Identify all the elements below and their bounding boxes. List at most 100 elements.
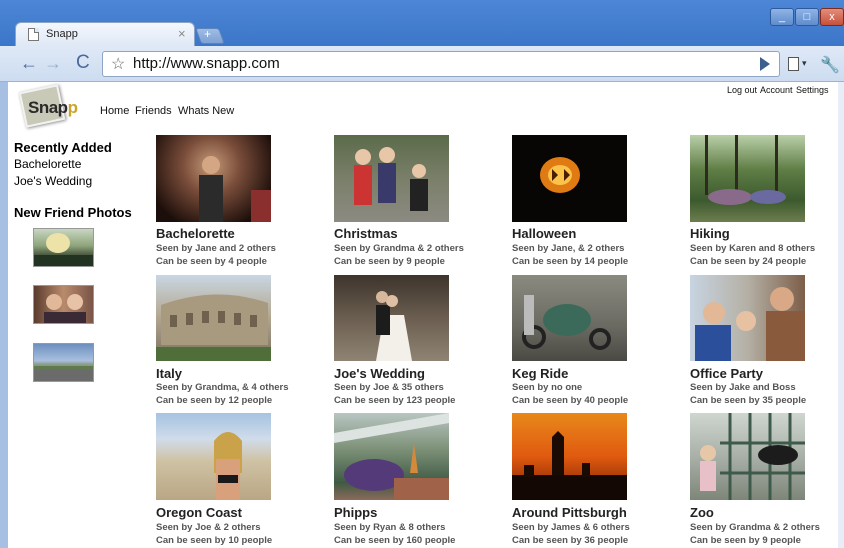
album-title-oregon-coast[interactable]: Oregon Coast [156, 505, 242, 520]
window-close-button[interactable]: x [820, 8, 844, 26]
album-photo-hiking[interactable] [690, 135, 805, 222]
album-seen-joes-wedding: Seen by Joe & 35 others [334, 382, 444, 393]
recently-added-heading: Recently Added [14, 140, 112, 155]
wrench-icon[interactable]: 🔧 [820, 55, 840, 75]
office-party-image [695, 287, 805, 361]
new-friend-photos-heading: New Friend Photos [14, 205, 132, 220]
album-visibility-halloween: Can be seen by 14 people [512, 256, 629, 267]
album-visibility-joes-wedding: Can be seen by 123 people [334, 395, 456, 406]
album-title-keg-ride[interactable]: Keg Ride [512, 366, 568, 381]
nav-home[interactable]: Home [100, 105, 129, 117]
album-title-phipps[interactable]: Phipps [334, 505, 377, 520]
star-icon[interactable]: ☆ [111, 54, 125, 74]
friend-photo-1-image [34, 233, 93, 266]
album-photo-halloween[interactable] [512, 135, 627, 222]
chevron-down-icon: ▾ [802, 58, 807, 68]
log-out-link[interactable]: Log out [727, 85, 757, 95]
album-title-zoo[interactable]: Zoo [690, 505, 714, 520]
album-photo-office-party[interactable] [690, 275, 805, 361]
logo-accent-text: p [67, 98, 78, 117]
album-photo-italy[interactable] [156, 275, 271, 361]
page-icon [28, 28, 39, 41]
album-visibility-around-pittsburgh: Can be seen by 36 people [512, 535, 629, 546]
album-visibility-christmas: Can be seen by 9 people [334, 256, 445, 267]
album-title-joes-wedding[interactable]: Joe's Wedding [334, 366, 425, 381]
vertical-scrollbar[interactable] [838, 82, 844, 548]
maximize-button[interactable]: □ [795, 8, 819, 26]
phipps-image [334, 413, 449, 500]
album-seen-christmas: Seen by Grandma & 2 others [334, 243, 464, 254]
album-visibility-oregon-coast: Can be seen by 10 people [156, 535, 273, 546]
hiking-image [705, 135, 786, 205]
site-logo[interactable]: Snapp [18, 84, 82, 128]
tab-title: Snapp [46, 28, 78, 40]
friend-photo-2[interactable] [33, 285, 94, 324]
logo-text: Snapp [28, 98, 78, 118]
page-menu-icon[interactable] [788, 57, 799, 71]
friend-photo-2-image [44, 294, 86, 323]
forward-arrow-icon[interactable]: → [44, 54, 62, 72]
album-visibility-zoo: Can be seen by 9 people [690, 535, 801, 546]
window-border [0, 82, 8, 548]
album-visibility-italy: Can be seen by 12 people [156, 395, 273, 406]
album-photo-joes-wedding[interactable] [334, 275, 449, 361]
halloween-image [540, 157, 580, 193]
album-title-christmas[interactable]: Christmas [334, 226, 398, 241]
friend-photo-3[interactable] [33, 343, 94, 382]
album-seen-office-party: Seen by Jake and Boss [690, 382, 796, 393]
album-seen-zoo: Seen by Grandma & 2 others [690, 522, 820, 533]
album-photo-oregon-coast[interactable] [156, 413, 271, 500]
album-photo-keg-ride[interactable] [512, 275, 627, 361]
album-visibility-bachelorette: Can be seen by 4 people [156, 256, 267, 267]
joes-wedding-image [376, 291, 412, 361]
album-photo-phipps[interactable] [334, 413, 449, 500]
album-title-around-pittsburgh[interactable]: Around Pittsburgh [512, 505, 627, 520]
bachelorette-image [199, 156, 271, 222]
album-seen-keg-ride: Seen by no one [512, 382, 583, 393]
album-photo-zoo[interactable] [690, 413, 805, 500]
back-arrow-icon[interactable]: ← [20, 54, 38, 72]
album-seen-hiking: Seen by Karen and 8 others [690, 243, 816, 254]
close-icon[interactable]: × [178, 26, 186, 41]
album-seen-italy: Seen by Grandma, & 4 others [156, 382, 289, 393]
album-visibility-keg-ride: Can be seen by 40 people [512, 395, 629, 406]
album-photo-christmas[interactable] [334, 135, 449, 222]
plus-icon: + [204, 27, 212, 41]
album-photo-bachelorette[interactable] [156, 135, 271, 222]
url-text[interactable]: http://www.snapp.com [133, 55, 280, 72]
settings-link[interactable]: Settings [796, 85, 829, 95]
zoo-image [700, 413, 805, 500]
album-title-italy[interactable]: Italy [156, 366, 182, 381]
around-pittsburgh-image [512, 431, 627, 500]
album-seen-oregon-coast: Seen by Joe & 2 others [156, 522, 261, 533]
logo-main-text: Snap [28, 98, 68, 117]
go-icon[interactable] [760, 57, 770, 71]
account-link[interactable]: Account [760, 85, 793, 95]
album-title-hiking[interactable]: Hiking [690, 226, 730, 241]
album-seen-around-pittsburgh: Seen by James & 6 others [512, 522, 630, 533]
friend-photo-1[interactable] [33, 228, 94, 267]
recent-item-joes-wedding[interactable]: Joe's Wedding [14, 174, 92, 188]
keg-ride-image [522, 295, 611, 350]
album-title-office-party[interactable]: Office Party [690, 366, 763, 381]
recent-item-bachelorette[interactable]: Bachelorette [14, 157, 81, 171]
album-visibility-office-party: Can be seen by 35 people [690, 395, 807, 406]
italy-image [156, 294, 271, 361]
album-visibility-phipps: Can be seen by 160 people [334, 535, 456, 546]
reload-icon[interactable]: C [76, 53, 90, 72]
oregon-coast-image [214, 432, 242, 500]
minimize-button[interactable]: _ [770, 8, 794, 26]
nav-whats-new[interactable]: Whats New [178, 105, 234, 117]
browser-tab[interactable]: Snapp × [15, 22, 195, 46]
album-seen-halloween: Seen by Jane, & 2 others [512, 243, 625, 254]
nav-friends[interactable]: Friends [135, 105, 172, 117]
album-photo-around-pittsburgh[interactable] [512, 413, 627, 500]
friend-photo-3-image [34, 366, 93, 381]
album-seen-phipps: Seen by Ryan & 8 others [334, 522, 446, 533]
album-title-halloween[interactable]: Halloween [512, 226, 576, 241]
album-visibility-hiking: Can be seen by 24 people [690, 256, 807, 267]
browser-titlebar: Snapp × + _ □ x [0, 0, 844, 46]
address-bar[interactable]: ☆ http://www.snapp.com [102, 51, 780, 77]
christmas-image [354, 147, 428, 211]
album-title-bachelorette[interactable]: Bachelorette [156, 226, 235, 241]
